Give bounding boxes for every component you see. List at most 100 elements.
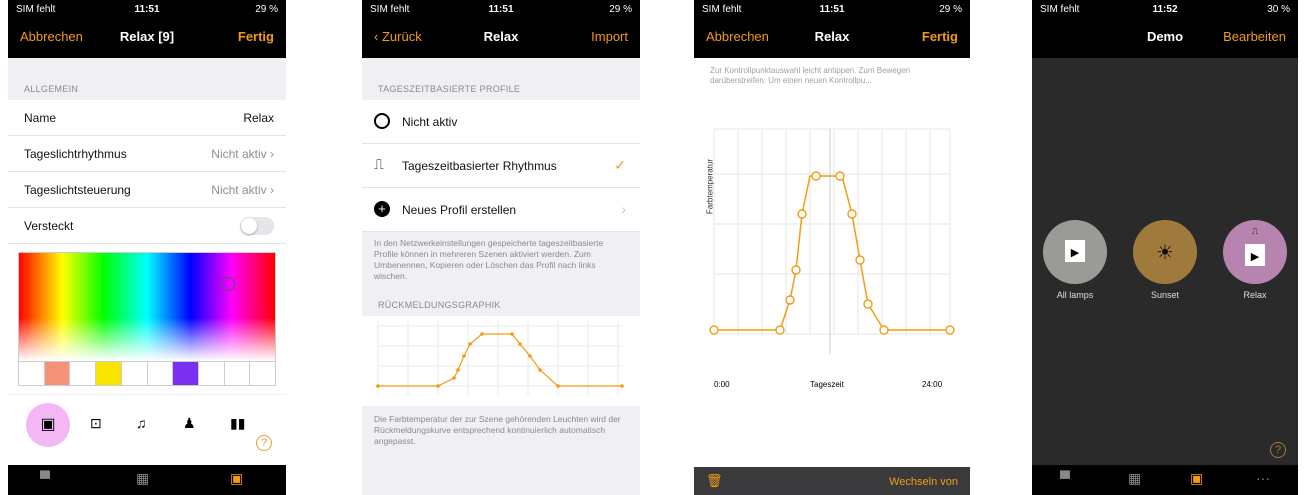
control-point[interactable] [945, 325, 955, 335]
status-bar: SIM fehlt 11:51 29 % [362, 0, 640, 18]
row-hidden: Versteckt [8, 208, 286, 244]
control-point[interactable] [797, 209, 807, 219]
control-point[interactable] [709, 325, 719, 335]
scene-circle: ⎍ ▶ [1223, 220, 1287, 284]
switch-button[interactable]: Wechseln von [889, 476, 958, 488]
chevron-right-icon: › [270, 147, 274, 161]
row-value: Nicht aktiv › [211, 183, 274, 197]
trash-icon[interactable]: 🗑 [706, 473, 723, 489]
battery-text: 29 % [609, 4, 632, 15]
status-bar: SIM fehlt 11:52 30 % [1032, 0, 1298, 18]
control-point[interactable] [785, 295, 795, 305]
scene-grid: ▶ All lamps ☀ Sunset ⎍ ▶ Relax [1032, 210, 1298, 320]
curve-editor[interactable]: Farbtemperatur 0:00 Tageszeit 24:00 [694, 94, 970, 394]
editor-toolbar: 🗑 Wechseln von [694, 467, 970, 495]
color-spectrum-fade [19, 253, 275, 361]
feedback-curve [378, 333, 622, 387]
color-temp-curve [714, 175, 950, 331]
section-header-general: ALLGEMEIN [8, 58, 286, 100]
import-button[interactable]: Import [591, 29, 628, 44]
tab-lamps-icon[interactable]: ▀ [1060, 470, 1070, 486]
tab-rooms-icon[interactable]: ▦ [136, 470, 149, 487]
curve-icon: ⎍ [374, 156, 384, 172]
status-bar: SIM fehlt 11:51 29 % [8, 0, 286, 18]
row-label: Tageslichtsteuerung [24, 183, 131, 197]
color-picker-handle[interactable] [221, 277, 235, 291]
control-point[interactable] [811, 171, 821, 181]
row-value: Nicht aktiv › [211, 147, 274, 161]
profiles-note: In den Netzwerkeinstellungen gespeichert… [374, 238, 604, 281]
clapperboard-icon: ▶ [1245, 244, 1265, 266]
x-axis-start: 0:00 [714, 380, 730, 389]
tab-scenes-icon[interactable]: ▣ [230, 470, 243, 487]
scene-all-lamps[interactable]: ▶ All lamps [1040, 220, 1110, 300]
hidden-toggle[interactable] [240, 217, 274, 235]
color-swatch[interactable] [96, 362, 122, 385]
music-icon[interactable]: ♫ [136, 415, 147, 431]
help-icon[interactable]: ? [256, 435, 272, 451]
screen-scenes-overview: SIM fehlt 11:52 30 % Demo Bearbeiten ▶ A… [1032, 0, 1298, 495]
done-button[interactable]: Fertig [922, 29, 958, 44]
clock: 11:52 [1152, 4, 1178, 15]
help-icon[interactable]: ? [1270, 442, 1286, 458]
presentation-icon[interactable]: ⊡ [90, 415, 102, 432]
done-button[interactable]: Fertig [238, 29, 274, 44]
plus-circle-icon: + [374, 201, 390, 217]
feedback-note: Die Farbtemperatur der zur Szene gehören… [374, 414, 621, 446]
edit-button[interactable]: Bearbeiten [1223, 29, 1286, 44]
control-point[interactable] [775, 325, 785, 335]
profile-item-new[interactable]: + Neues Profil erstellen › [362, 188, 640, 232]
status-bar: SIM fehlt 11:51 29 % [694, 0, 970, 18]
color-swatch[interactable] [250, 362, 276, 385]
color-swatch[interactable] [173, 362, 199, 385]
curve-icon: ⎍ [1251, 226, 1259, 236]
checkmark-icon: ✓ [614, 157, 626, 173]
prohibited-icon [374, 113, 390, 129]
color-swatch[interactable] [19, 362, 45, 385]
scene-sunset[interactable]: ☀ Sunset [1130, 220, 1200, 300]
color-swatch[interactable] [44, 362, 71, 385]
row-value: Relax [243, 111, 274, 125]
color-swatch[interactable] [224, 362, 251, 385]
color-swatch[interactable] [121, 362, 148, 385]
control-point[interactable] [847, 209, 857, 219]
color-spectrum[interactable] [18, 252, 276, 362]
scene-relax[interactable]: ⎍ ▶ Relax [1220, 220, 1290, 300]
sun-icon: ☀ [1156, 242, 1174, 264]
control-point[interactable] [855, 255, 865, 265]
section-header-profiles: TAGESZEITBASIERTE PROFILE [362, 58, 640, 100]
control-point[interactable] [863, 299, 873, 309]
section-header-feedback-graph: RÜCKMELDUNGSGRAPHIK [362, 288, 640, 316]
tab-bar: ▀ ▦ ▣ ··· [1032, 465, 1298, 495]
row-daylight-rhythm[interactable]: Tageslichtrhythmus Nicht aktiv › [8, 136, 286, 172]
chevron-right-icon: › [270, 183, 274, 197]
row-label: Name [24, 111, 57, 125]
control-point[interactable] [879, 325, 889, 335]
profile-item-daylight-rhythm[interactable]: ⎍ Tageszeitbasierter Rhythmus ✓ [362, 144, 640, 188]
profile-item-inactive[interactable]: Nicht aktiv [362, 100, 640, 144]
color-swatch[interactable] [198, 362, 225, 385]
x-axis-label: Tageszeit [810, 380, 844, 389]
lamp-icon[interactable]: ♟ [183, 415, 196, 432]
tab-rooms-icon[interactable]: ▦ [1128, 470, 1141, 487]
clapperboard-icon: ▶ [1065, 240, 1085, 262]
curve-editor-svg[interactable] [694, 94, 970, 354]
clock: 11:51 [819, 4, 845, 15]
screen-scene-settings: SIM fehlt 11:51 29 % Abbrechen Relax [9]… [8, 0, 286, 495]
scene-icon-picker: ▣ ⊡ ♫ ♟ ▮▮ ? [8, 395, 286, 465]
battery-text: 29 % [255, 4, 278, 15]
tab-lamps-icon[interactable]: ▀ [40, 470, 50, 486]
x-axis-end: 24:00 [922, 380, 943, 389]
control-point[interactable] [835, 171, 845, 181]
tab-more-icon[interactable]: ··· [1256, 470, 1270, 486]
tab-scenes-icon[interactable]: ▣ [1190, 470, 1203, 487]
color-swatch[interactable] [70, 362, 97, 385]
control-point[interactable] [791, 265, 801, 275]
color-swatch[interactable] [147, 362, 174, 385]
row-daylight-control[interactable]: Tageslichtsteuerung Nicht aktiv › [8, 172, 286, 208]
editor-hint: Zur Kontrollpunktauswahl leicht antippen… [710, 66, 911, 85]
battery-text: 29 % [939, 4, 962, 15]
book-icon[interactable]: ▮▮ [230, 415, 245, 432]
row-name[interactable]: Name Relax [8, 100, 286, 136]
selected-scene-icon[interactable]: ▣ [26, 403, 70, 447]
